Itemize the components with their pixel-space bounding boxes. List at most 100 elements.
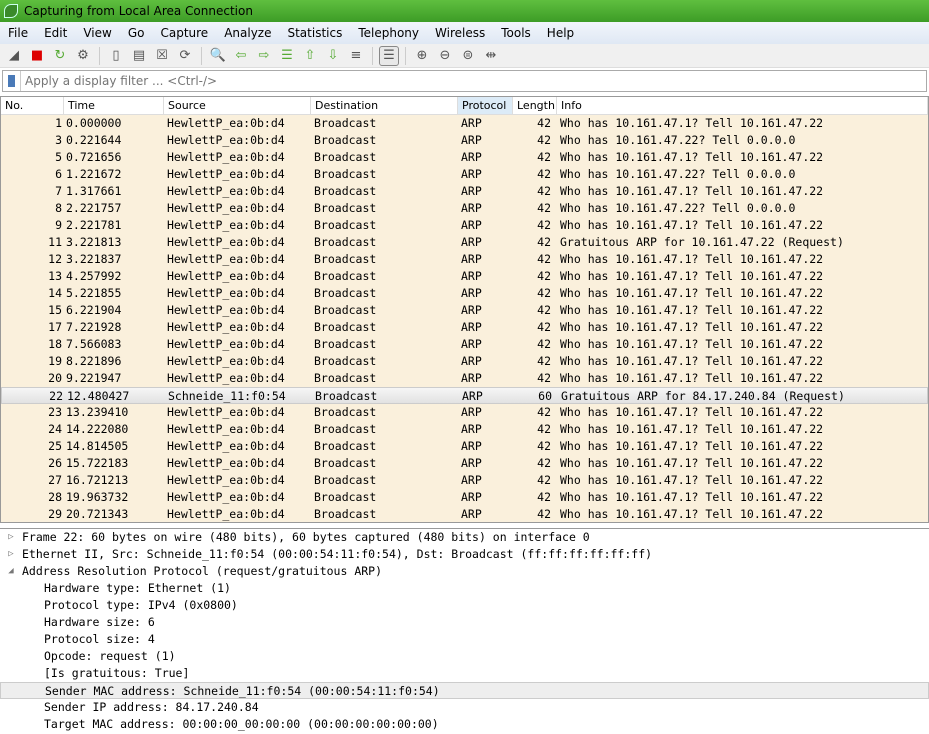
display-filter-input[interactable] <box>21 74 926 88</box>
reload-file-icon[interactable]: ⟳ <box>175 46 195 66</box>
packet-row[interactable]: 14 5.221855 HewlettP_ea:0b:d4 Broadcast ARP 4… <box>1 285 928 302</box>
save-file-icon[interactable]: ▤ <box>129 46 149 66</box>
autoscroll-icon[interactable]: ≡ <box>346 46 366 66</box>
cell-info: Who has 10.161.47.1? Tell 10.161.47.22 <box>560 337 824 351</box>
packet-row[interactable]: 19 8.221896 HewlettP_ea:0b:d4 Broadcast ARP 4… <box>1 353 928 370</box>
cell-protocol: ARP <box>461 405 482 419</box>
menu-help[interactable]: Help <box>539 26 582 40</box>
menu-statistics[interactable]: Statistics <box>279 26 350 40</box>
detail-tree-item[interactable]: [Is gratuitous: True] <box>0 665 929 682</box>
cell-length: 60 <box>538 389 552 403</box>
packet-row[interactable]: 1 0.000000 HewlettP_ea:0b:d4 Broadcast ARP 42… <box>1 115 928 132</box>
column-header-source[interactable]: Source <box>164 97 311 114</box>
go-forward-icon[interactable]: ⇨ <box>254 46 274 66</box>
cell-no: 12 <box>48 252 62 266</box>
packet-row[interactable]: 13 4.257992 HewlettP_ea:0b:d4 Broadcast ARP 4… <box>1 268 928 285</box>
cell-source: HewlettP_ea:0b:d4 <box>167 354 285 368</box>
cell-source: HewlettP_ea:0b:d4 <box>167 490 285 504</box>
menu-telephony[interactable]: Telephony <box>350 26 427 40</box>
collapsed-arrow-icon[interactable]: ▷ <box>0 529 22 546</box>
packet-row[interactable]: 15 6.221904 HewlettP_ea:0b:d4 Broadcast ARP 4… <box>1 302 928 319</box>
packet-row[interactable]: 11 3.221813 HewlettP_ea:0b:d4 Broadcast ARP 4… <box>1 234 928 251</box>
detail-tree-item[interactable]: Hardware size: 6 <box>0 614 929 631</box>
cell-time: 0.721656 <box>66 150 122 164</box>
packet-row[interactable]: 20 9.221947 HewlettP_ea:0b:d4 Broadcast ARP 4… <box>1 370 928 387</box>
go-back-icon[interactable]: ⇦ <box>231 46 251 66</box>
column-header-info[interactable]: Info <box>557 97 928 114</box>
packet-row[interactable]: 29 20.721343 HewlettP_ea:0b:d4 Broadcast ARP… <box>1 506 928 522</box>
colorize-icon[interactable]: ☰ <box>379 45 399 66</box>
column-header-time[interactable]: Time <box>64 97 164 114</box>
cell-length: 42 <box>537 286 551 300</box>
detail-tree-item[interactable]: Protocol size: 4 <box>0 631 929 648</box>
menu-wireless[interactable]: Wireless <box>427 26 493 40</box>
zoom-in-icon[interactable]: ⊕ <box>412 46 432 66</box>
packet-row[interactable]: 25 14.814505 HewlettP_ea:0b:d4 Broadcast ARP… <box>1 438 928 455</box>
resize-columns-icon[interactable]: ⇹ <box>481 46 501 66</box>
packet-row[interactable]: 8 2.221757 HewlettP_ea:0b:d4 Broadcast ARP 42… <box>1 200 928 217</box>
detail-tree-item[interactable]: Protocol type: IPv4 (0x0800) <box>0 597 929 614</box>
packet-row[interactable]: 7 1.317661 HewlettP_ea:0b:d4 Broadcast ARP 42… <box>1 183 928 200</box>
cell-info: Who has 10.161.47.1? Tell 10.161.47.22 <box>560 473 824 487</box>
column-header-protocol[interactable]: Protocol <box>458 97 513 114</box>
packet-row[interactable]: 9 2.221781 HewlettP_ea:0b:d4 Broadcast ARP 42… <box>1 217 928 234</box>
column-header-no[interactable]: No. <box>1 97 64 114</box>
close-file-icon[interactable]: ☒ <box>152 46 172 66</box>
detail-text: Target MAC address: 00:00:00_00:00:00 (0… <box>44 717 439 731</box>
detail-tree-item[interactable]: Target MAC address: 00:00:00_00:00:00 (0… <box>0 716 929 733</box>
cell-no: 26 <box>48 456 62 470</box>
menu-view[interactable]: View <box>75 26 119 40</box>
cell-protocol: ARP <box>461 337 482 351</box>
cell-info: Who has 10.161.47.22? Tell 0.0.0.0 <box>560 133 796 147</box>
open-file-icon[interactable]: ▯ <box>106 46 126 66</box>
cell-info: Who has 10.161.47.22? Tell 0.0.0.0 <box>560 167 796 181</box>
packet-row[interactable]: 23 13.239410 HewlettP_ea:0b:d4 Broadcast ARP… <box>1 404 928 421</box>
detail-tree-item[interactable]: Hardware type: Ethernet (1) <box>0 580 929 597</box>
cell-source: HewlettP_ea:0b:d4 <box>167 286 285 300</box>
packet-row[interactable]: 12 3.221837 HewlettP_ea:0b:d4 Broadcast ARP 4… <box>1 251 928 268</box>
packet-row[interactable]: 28 19.963732 HewlettP_ea:0b:d4 Broadcast ARP… <box>1 489 928 506</box>
packet-row[interactable]: 3 0.221644 HewlettP_ea:0b:d4 Broadcast ARP 42… <box>1 132 928 149</box>
detail-tree-item[interactable]: ▷ Frame 22: 60 bytes on wire (480 bits), … <box>0 529 929 546</box>
detail-tree-item[interactable]: Sender IP address: 84.17.240.84 <box>0 699 929 716</box>
cell-protocol: ARP <box>461 150 482 164</box>
menu-tools[interactable]: Tools <box>493 26 539 40</box>
menu-go[interactable]: Go <box>120 26 153 40</box>
go-to-packet-icon[interactable]: ☰ <box>277 46 297 66</box>
packet-row[interactable]: 24 14.222080 HewlettP_ea:0b:d4 Broadcast ARP… <box>1 421 928 438</box>
cell-no: 25 <box>48 439 62 453</box>
packet-row[interactable]: 27 16.721213 HewlettP_ea:0b:d4 Broadcast ARP… <box>1 472 928 489</box>
menu-capture[interactable]: Capture <box>152 26 216 40</box>
packet-row[interactable]: 6 1.221672 HewlettP_ea:0b:d4 Broadcast ARP 42… <box>1 166 928 183</box>
detail-tree-item[interactable]: Opcode: request (1) <box>0 648 929 665</box>
packet-row[interactable]: 17 7.221928 HewlettP_ea:0b:d4 Broadcast ARP 4… <box>1 319 928 336</box>
detail-tree-item[interactable]: Sender MAC address: Schneide_11:f0:54 (0… <box>0 682 929 699</box>
bookmark-icon[interactable] <box>3 71 21 91</box>
cell-source: HewlettP_ea:0b:d4 <box>167 473 285 487</box>
capture-options-icon[interactable]: ⚙ <box>73 46 93 66</box>
find-packet-icon[interactable]: 🔍 <box>208 46 228 66</box>
last-packet-icon[interactable]: ⇩ <box>323 46 343 66</box>
column-header-length[interactable]: Length <box>513 97 557 114</box>
shark-fin-start-icon[interactable]: ◢ <box>4 46 24 66</box>
window-title: Capturing from Local Area Connection <box>24 4 253 18</box>
menu-edit[interactable]: Edit <box>36 26 75 40</box>
detail-tree-item[interactable]: ◢ Address Resolution Protocol (request/gr… <box>0 563 929 580</box>
packet-row[interactable]: 18 7.566083 HewlettP_ea:0b:d4 Broadcast ARP 4… <box>1 336 928 353</box>
toolbar-separator <box>372 46 373 65</box>
restart-capture-icon[interactable]: ↻ <box>50 46 70 66</box>
packet-row[interactable]: 22 12.480427 Schneide_11:f0:54 Broadcast ARP… <box>1 387 928 404</box>
detail-tree-item[interactable]: ▷ Ethernet II, Src: Schneide_11:f0:54 (00… <box>0 546 929 563</box>
first-packet-icon[interactable]: ⇧ <box>300 46 320 66</box>
zoom-normal-icon[interactable]: ⊜ <box>458 46 478 66</box>
zoom-out-icon[interactable]: ⊖ <box>435 46 455 66</box>
menu-file[interactable]: File <box>0 26 36 40</box>
stop-capture-icon[interactable]: ■ <box>27 46 47 66</box>
packet-row[interactable]: 26 15.722183 HewlettP_ea:0b:d4 Broadcast ARP… <box>1 455 928 472</box>
expanded-arrow-icon[interactable]: ◢ <box>0 563 22 580</box>
cell-source: HewlettP_ea:0b:d4 <box>167 303 285 317</box>
column-header-destination[interactable]: Destination <box>311 97 458 114</box>
collapsed-arrow-icon[interactable]: ▷ <box>0 546 22 563</box>
packet-row[interactable]: 5 0.721656 HewlettP_ea:0b:d4 Broadcast ARP 42… <box>1 149 928 166</box>
menu-analyze[interactable]: Analyze <box>216 26 279 40</box>
